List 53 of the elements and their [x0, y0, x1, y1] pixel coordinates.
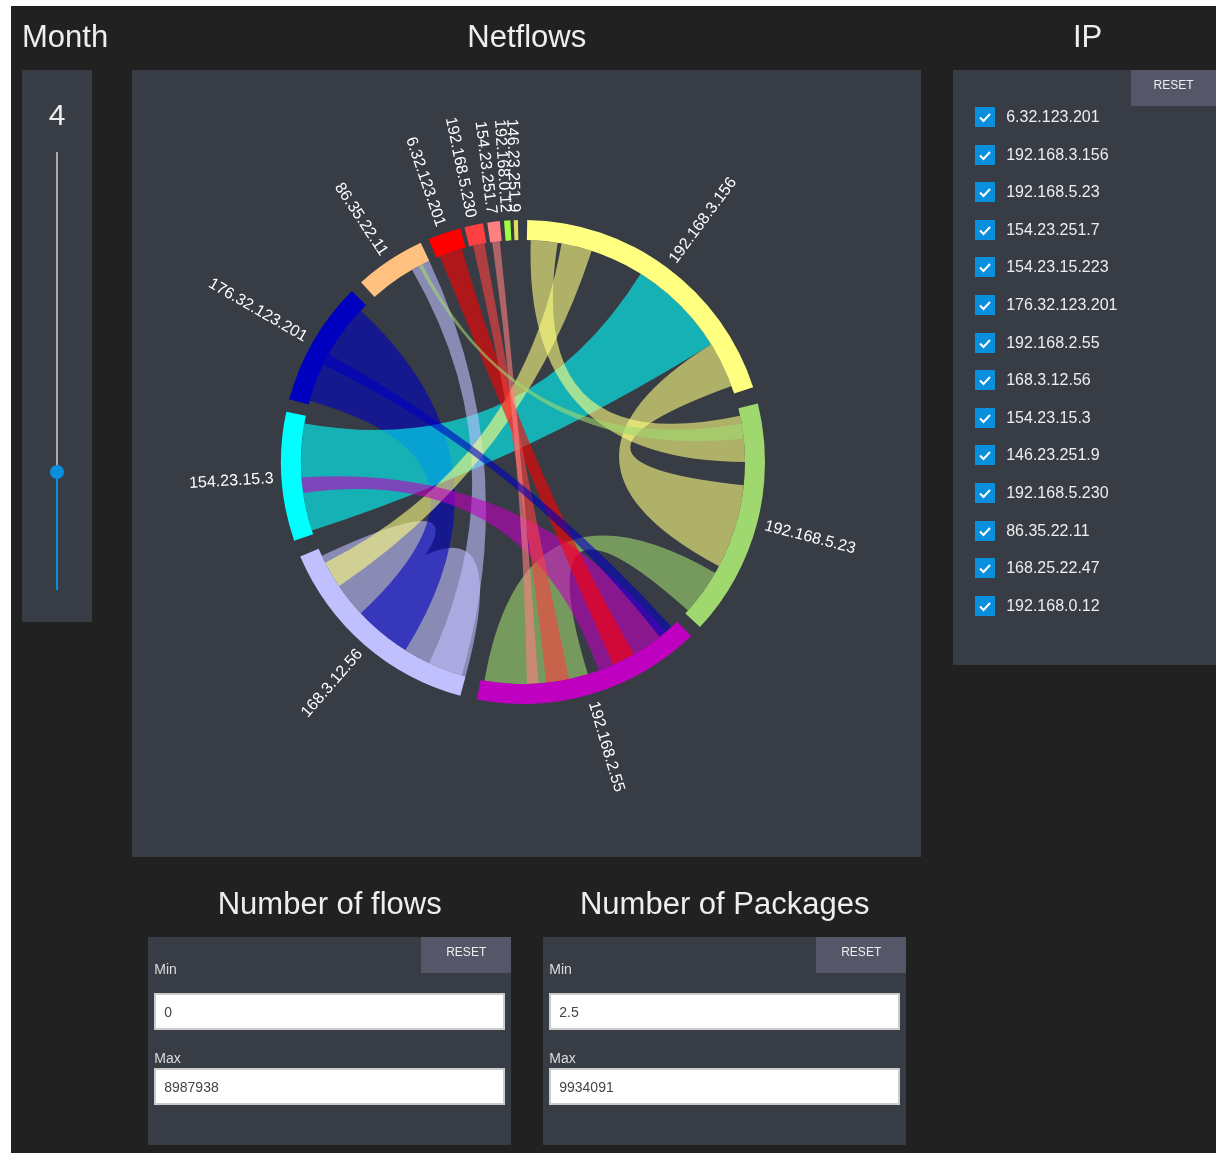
checkbox[interactable] [975, 294, 996, 315]
checkbox[interactable] [975, 482, 996, 503]
checkbox[interactable] [975, 520, 996, 541]
chord-arc[interactable] [281, 411, 314, 541]
chord-arc[interactable] [487, 221, 502, 243]
ip-option[interactable]: 154.23.251.7 [1006, 220, 1100, 239]
ip-option[interactable]: 176.32.123.201 [1006, 295, 1118, 314]
max-label: Max [549, 1050, 577, 1066]
chord-arc[interactable] [513, 220, 519, 241]
max-field[interactable]: 9934091 [549, 1068, 901, 1105]
ip-option[interactable]: 86.35.22.11 [1006, 521, 1090, 540]
netflows-title: Netflows [466, 18, 588, 56]
ip-label: 154.23.15.3 [188, 468, 275, 491]
ip-option[interactable]: 192.168.0.12 [1006, 596, 1100, 615]
checkbox[interactable] [975, 595, 996, 616]
checkbox[interactable] [975, 558, 996, 579]
ip-option[interactable]: 192.168.5.230 [1006, 483, 1109, 502]
ip-option[interactable]: 192.168.2.55 [1006, 333, 1100, 352]
ip-option[interactable]: 192.168.3.156 [1006, 145, 1109, 164]
min-field[interactable]: 0 [154, 993, 506, 1030]
min-label: Min [154, 961, 178, 979]
ip-title: IP [1071, 18, 1104, 56]
month-value: 4 [48, 98, 66, 133]
filter-title: Number of Packages [578, 885, 871, 923]
ip-option[interactable]: 154.23.15.223 [1006, 258, 1109, 277]
checkbox[interactable] [975, 370, 996, 391]
month-slider[interactable] [50, 152, 64, 590]
ip-option[interactable]: 154.23.15.3 [1006, 408, 1091, 427]
reset-button[interactable]: RESET [421, 937, 512, 973]
reset-button[interactable]: RESET [1131, 70, 1216, 106]
min-field[interactable]: 2.5 [549, 993, 901, 1030]
ip-option[interactable]: 192.168.5.23 [1006, 183, 1100, 202]
month-title: Month [22, 18, 110, 56]
checkbox[interactable] [975, 107, 996, 127]
chord-arc[interactable] [504, 220, 512, 241]
checkbox[interactable] [975, 257, 996, 278]
max-field[interactable]: 8987938 [154, 1068, 506, 1105]
checkbox[interactable] [975, 332, 996, 353]
ip-option[interactable]: 6.32.123.201 [1006, 108, 1100, 126]
ip-option[interactable]: 146.23.251.9 [1006, 446, 1100, 465]
checkbox[interactable] [975, 407, 996, 428]
chord-arc[interactable] [685, 403, 766, 628]
checkbox[interactable] [975, 144, 996, 165]
max-label: Max [154, 1050, 182, 1066]
checkbox[interactable] [975, 182, 996, 203]
ip-option[interactable]: 168.3.12.56 [1006, 371, 1091, 390]
reset-button[interactable]: RESET [816, 937, 907, 973]
checkbox[interactable] [975, 445, 996, 466]
checkbox[interactable] [975, 219, 996, 240]
slider-thumb[interactable] [50, 464, 64, 479]
ip-option[interactable]: 168.25.22.47 [1006, 559, 1100, 578]
filter-title: Number of flows [216, 885, 443, 923]
min-label: Min [549, 961, 573, 979]
